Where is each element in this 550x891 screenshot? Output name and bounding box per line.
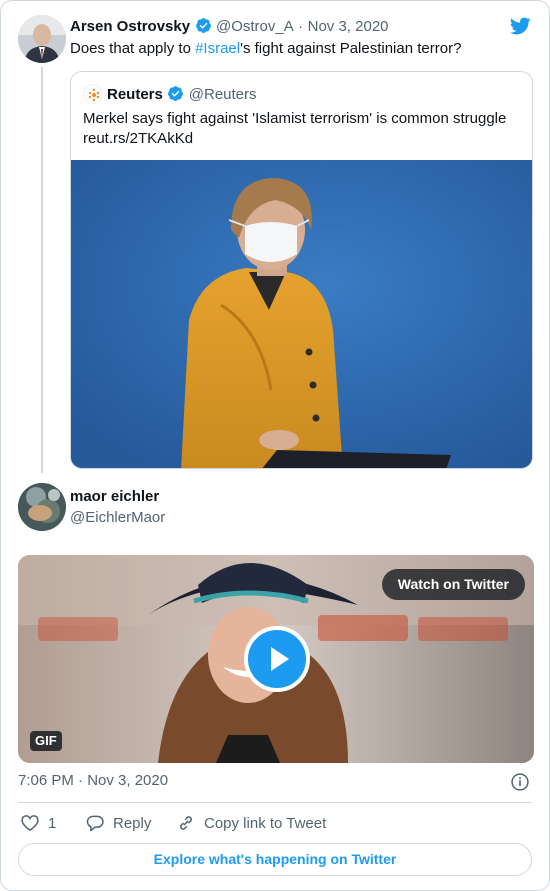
parent-header: Arsen Ostrovsky @Ostrov_A · Nov 3, 2020 bbox=[70, 17, 389, 36]
reply-author-avatar[interactable] bbox=[18, 483, 66, 531]
play-button[interactable] bbox=[244, 626, 310, 692]
explore-twitter-button[interactable]: Explore what's happening on Twitter bbox=[18, 843, 532, 876]
quoted-tweet-card[interactable]: Reuters @Reuters Merkel says fight again… bbox=[70, 71, 533, 469]
reply-author-name[interactable]: maor eichler bbox=[70, 488, 159, 505]
copy-link-label: Copy link to Tweet bbox=[204, 814, 327, 832]
like-count: 1 bbox=[48, 814, 57, 832]
quoted-headline: Merkel says fight against 'Islamist terr… bbox=[83, 110, 507, 127]
quoted-link[interactable]: reut.rs/2TKAkKd bbox=[83, 129, 523, 149]
reply-author-handle[interactable]: @EichlerMaor bbox=[70, 509, 165, 526]
divider bbox=[18, 802, 532, 803]
quoted-header: Reuters @Reuters bbox=[107, 85, 257, 104]
parent-author-avatar[interactable] bbox=[18, 15, 66, 63]
tweet-embed-card: Arsen Ostrovsky @Ostrov_A · Nov 3, 2020 … bbox=[0, 0, 550, 891]
reuters-logo-avatar[interactable] bbox=[83, 84, 103, 104]
reply-label: Reply bbox=[113, 814, 152, 832]
tweet-timestamp[interactable]: 7:06 PM · Nov 3, 2020 bbox=[18, 772, 168, 789]
gif-media[interactable]: Watch on Twitter GIF bbox=[18, 555, 534, 763]
parent-tweet-text: Does that apply to #Israel's fight again… bbox=[70, 39, 461, 59]
parent-text-part: Does that apply to bbox=[70, 40, 196, 57]
verified-badge-icon bbox=[195, 18, 211, 33]
parent-date[interactable]: Nov 3, 2020 bbox=[308, 18, 389, 35]
reply-bubble-icon bbox=[86, 815, 104, 832]
quoted-author-handle[interactable]: @Reuters bbox=[189, 86, 257, 103]
like-action[interactable]: 1 bbox=[20, 813, 56, 833]
heart-icon bbox=[21, 815, 39, 831]
watch-on-twitter-button[interactable]: Watch on Twitter bbox=[381, 569, 525, 600]
verified-badge-icon bbox=[168, 86, 184, 101]
meta-separator: · bbox=[298, 18, 304, 35]
quoted-tweet-text: Merkel says fight against 'Islamist terr… bbox=[83, 109, 523, 149]
reply-action[interactable]: Reply bbox=[85, 813, 151, 833]
parent-author-name[interactable]: Arsen Ostrovsky bbox=[70, 18, 190, 35]
parent-author-handle[interactable]: @Ostrov_A bbox=[216, 18, 294, 35]
thread-connector-line bbox=[41, 67, 43, 473]
play-icon bbox=[271, 647, 289, 671]
quoted-author-name[interactable]: Reuters bbox=[107, 86, 163, 103]
gif-badge: GIF bbox=[30, 731, 62, 751]
info-icon[interactable] bbox=[510, 772, 530, 792]
link-icon bbox=[180, 816, 192, 830]
quoted-photo[interactable] bbox=[71, 160, 532, 468]
twitter-bird-icon[interactable] bbox=[508, 15, 532, 37]
copy-link-action[interactable]: Copy link to Tweet bbox=[176, 813, 326, 833]
hashtag-link[interactable]: #Israel bbox=[195, 40, 240, 57]
parent-text-part: 's fight against Palestinian terror? bbox=[240, 40, 462, 57]
